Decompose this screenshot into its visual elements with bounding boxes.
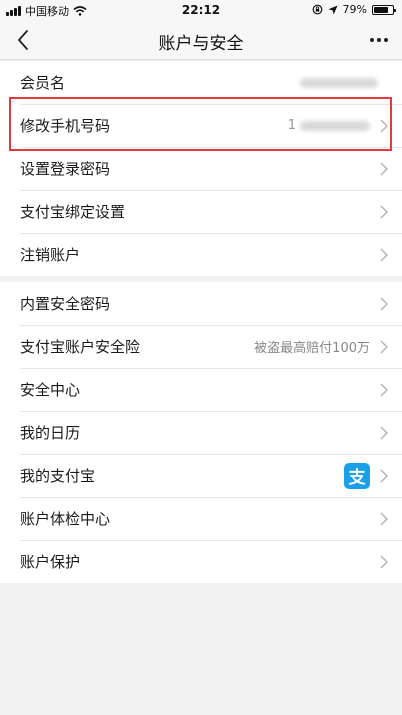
account-settings-group: 会员名 修改手机号码 1 设置登录密码 支付宝绑定设置 注销账户 — [0, 61, 402, 276]
redacted-value — [300, 120, 370, 131]
chevron-right-icon — [380, 511, 388, 526]
row-alipay-binding[interactable]: 支付宝绑定设置 — [0, 190, 402, 233]
more-button[interactable] — [364, 24, 394, 56]
row-my-calendar[interactable]: 我的日历 — [0, 411, 402, 454]
insurance-value: 被盗最高赔付100万 — [254, 341, 370, 356]
row-label: 内置安全密码 — [20, 295, 111, 313]
chevron-right-icon — [380, 554, 388, 569]
row-label: 账户保护 — [20, 553, 81, 571]
screen: 中国移动 22:12 79% 账户与安全 会员名 修改手机号码 1 设置登录密码… — [0, 0, 402, 715]
row-builtin-security-password[interactable]: 内置安全密码 — [0, 282, 402, 325]
phone-value: 1 — [288, 118, 370, 133]
row-account-protection[interactable]: 账户保护 — [0, 540, 402, 583]
more-dots-icon — [370, 38, 374, 42]
row-label: 注销账户 — [20, 246, 81, 264]
row-label: 修改手机号码 — [20, 117, 111, 135]
alipay-icon: 支 — [344, 462, 370, 489]
row-my-alipay[interactable]: 我的支付宝 支 — [0, 454, 402, 497]
status-right: 79% — [312, 3, 396, 16]
location-icon — [328, 5, 338, 14]
row-account-checkup[interactable]: 账户体检中心 — [0, 497, 402, 540]
row-label: 支付宝账户安全险 — [20, 338, 141, 356]
chevron-right-icon — [380, 339, 388, 354]
battery-percent: 79% — [342, 3, 367, 16]
nav-bar: 账户与安全 — [0, 20, 402, 60]
row-label: 支付宝绑定设置 — [20, 203, 126, 221]
redacted-value — [300, 77, 378, 88]
row-close-account[interactable]: 注销账户 — [0, 233, 402, 276]
security-group: 内置安全密码 支付宝账户安全险 被盗最高赔付100万 安全中心 我的日历 我的支… — [0, 282, 402, 583]
page-title: 账户与安全 — [158, 34, 244, 54]
row-label: 账户体检中心 — [20, 510, 111, 528]
rotation-lock-icon — [312, 4, 322, 15]
row-label: 我的支付宝 — [20, 467, 96, 485]
chevron-right-icon — [380, 296, 388, 311]
member-name-value — [300, 77, 378, 88]
chevron-right-icon — [380, 118, 388, 133]
chevron-right-icon — [380, 247, 388, 262]
row-label: 我的日历 — [20, 424, 81, 442]
chevron-right-icon — [380, 382, 388, 397]
row-security-center[interactable]: 安全中心 — [0, 368, 402, 411]
row-account-insurance[interactable]: 支付宝账户安全险 被盗最高赔付100万 — [0, 325, 402, 368]
chevron-right-icon — [380, 204, 388, 219]
row-member-name[interactable]: 会员名 — [0, 61, 402, 104]
chevron-right-icon — [380, 161, 388, 176]
chevron-right-icon — [380, 425, 388, 440]
chevron-right-icon — [380, 468, 388, 483]
status-bar: 中国移动 22:12 79% — [0, 0, 402, 20]
battery-icon — [372, 4, 396, 15]
row-change-phone[interactable]: 修改手机号码 1 — [0, 104, 402, 147]
row-login-password[interactable]: 设置登录密码 — [0, 147, 402, 190]
row-label: 会员名 — [20, 74, 66, 92]
row-label: 设置登录密码 — [20, 160, 111, 178]
row-label: 安全中心 — [20, 381, 81, 399]
phone-prefix: 1 — [287, 118, 296, 133]
